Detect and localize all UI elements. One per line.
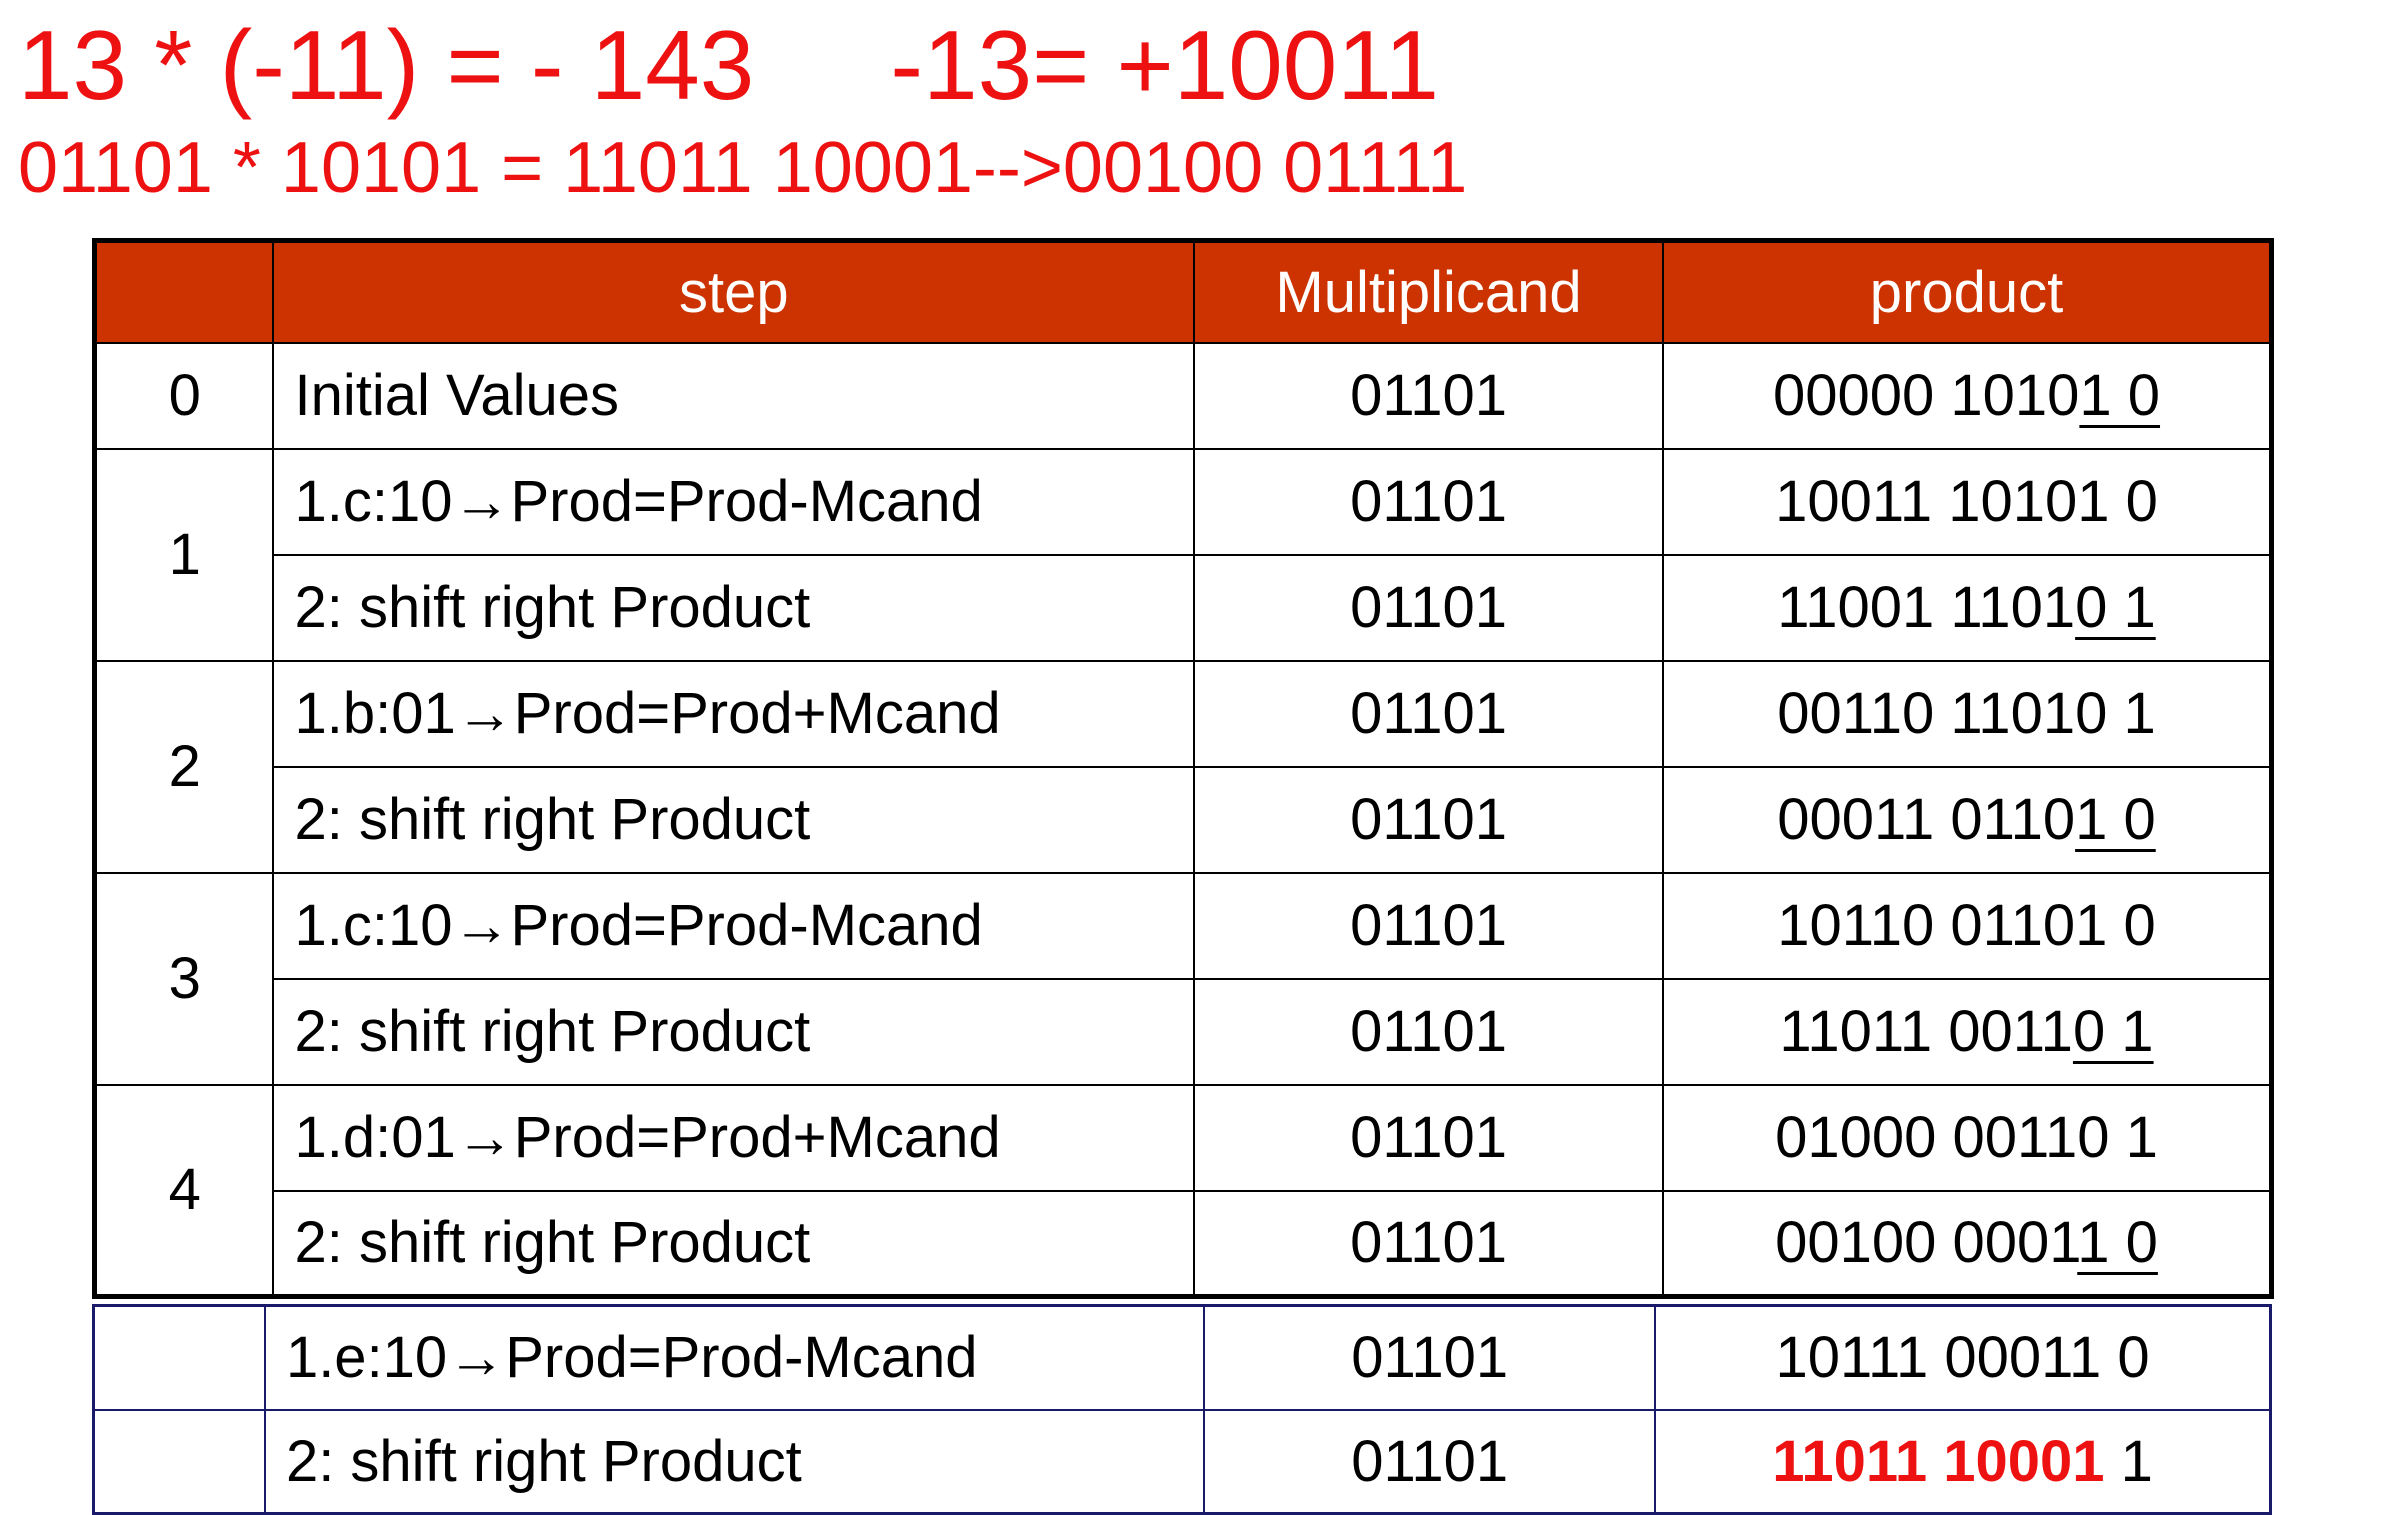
step-cell: 1.c:10→Prod=Prod-Mcand	[272, 871, 1196, 980]
multiplicand-cell: 01101	[1193, 553, 1664, 662]
product-value: 00100 0001	[1775, 1210, 2078, 1276]
product-value: 10110 01101 0	[1777, 893, 2156, 958]
product-value: 00011 0110	[1777, 787, 2076, 852]
step-cell: 1.e:10→Prod=Prod-Mcand	[263, 1304, 1206, 1411]
table-row: 2: shift right Product 01101 11011 00110…	[95, 977, 2273, 1086]
multiplicand-cell: 01101	[1193, 871, 1664, 980]
multiplicand-cell: 01101	[1193, 977, 1664, 1086]
product-value: 01000 00110 1	[1775, 1105, 2158, 1170]
step-cell: 1.b:01→Prod=Prod+Mcand	[272, 659, 1196, 768]
table-row: 2 1.b:01→Prod=Prod+Mcand 01101 00110 110…	[93, 659, 2273, 874]
step-cell: 1.c:10→Prod=Prod-Mcand	[272, 447, 1196, 556]
multiplicand-cell: 01101	[1193, 341, 1664, 450]
product-value: 00000 1010	[1772, 363, 2080, 428]
header-row: step Multiplicand product	[93, 239, 2273, 344]
iteration-number: 4	[93, 1083, 275, 1298]
multiplicand-cell: 01101	[1193, 659, 1664, 768]
extra-step-table: 1.e:10→Prod=Prod-Mcand 01101 10111 00011…	[92, 1304, 2272, 1515]
product-value: 00110 11010 1	[1777, 681, 2156, 746]
iteration-number: 2	[93, 659, 275, 874]
step-cell: Initial Values	[272, 341, 1196, 450]
table-row: 2: shift right Product 01101 00100 00011…	[95, 1189, 2273, 1298]
product-value: 10011 10101 0	[1775, 469, 2158, 534]
multiplicand-cell: 01101	[1193, 1083, 1664, 1192]
table-row: 4 1.d:01→Prod=Prod+Mcand 01101 01000 001…	[93, 1083, 2273, 1298]
product-cell: 00011 01101 0	[1662, 765, 2273, 874]
table-row: 1 1.c:10→Prod=Prod-Mcand 01101 10011 101…	[93, 447, 2273, 662]
multiplicand-cell: 01101	[1193, 765, 1664, 874]
header-iteration	[93, 239, 275, 344]
product-cell: 00100 00011 0	[1662, 1189, 2273, 1298]
table-row: 3 1.c:10→Prod=Prod-Mcand 01101 10110 011…	[93, 871, 2273, 1086]
multiplicand-cell: 01101	[1193, 1189, 1664, 1298]
product-value: 11001 1101	[1777, 575, 2076, 640]
product-value: 10111 00011 0	[1775, 1325, 2150, 1391]
step-cell: 2: shift right Product	[272, 765, 1196, 874]
multiplicand-cell: 01101	[1193, 447, 1664, 556]
equation-title: 13 * (-11) = - 143 -13= +10011	[18, 10, 1439, 120]
binary-equation: 01101 * 10101 = 11011 10001-->00100 0111…	[18, 128, 1468, 208]
step-cell: 2: shift right Product	[272, 553, 1196, 662]
product-underlined-bits: 1 0	[2077, 1210, 2158, 1276]
product-cell: 10011 10101 0	[1662, 447, 2273, 556]
product-cell: 11011 00110 1	[1662, 977, 2273, 1086]
multiplicand-cell: 01101	[1203, 1304, 1657, 1411]
product-value: 11011 0011	[1779, 999, 2073, 1064]
product-cell: 00000 10101 0	[1662, 341, 2273, 450]
product-cell: 00110 11010 1	[1662, 659, 2273, 768]
product-cell: 10110 01101 0	[1662, 871, 2273, 980]
iteration-number: 3	[93, 871, 275, 1086]
iteration-number	[92, 1304, 266, 1411]
product-cell: 10111 00011 0	[1654, 1304, 2272, 1411]
table-row: 0 Initial Values 01101 00000 10101 0	[93, 341, 2273, 450]
header-product: product	[1662, 239, 2273, 344]
product-underlined-bits: 0 1	[2075, 575, 2156, 640]
step-cell: 2: shift right Product	[272, 977, 1196, 1086]
table-row: 1.e:10→Prod=Prod-Mcand 01101 10111 00011…	[92, 1304, 2272, 1411]
product-result-highlight: 11011 10001	[1772, 1428, 2105, 1494]
step-cell: 2: shift right Product	[272, 1189, 1196, 1298]
booth-multiplication-table: step Multiplicand product 0 Initial Valu…	[92, 238, 2274, 1299]
product-cell: 11001 11010 1	[1662, 553, 2273, 662]
header-step: step	[272, 239, 1196, 344]
product-value: 1	[2104, 1428, 2153, 1494]
product-underlined-bits: 1 0	[2079, 363, 2161, 428]
product-cell: 01000 00110 1	[1662, 1083, 2273, 1192]
product-underlined-bits: 0 1	[2072, 999, 2154, 1064]
step-cell: 1.d:01→Prod=Prod+Mcand	[272, 1083, 1196, 1192]
product-underlined-bits: 1 0	[2075, 787, 2156, 852]
iteration-number: 0	[93, 341, 275, 450]
table-row: 2: shift right Product 01101 11001 11010…	[95, 553, 2273, 662]
table-row: 2: shift right Product 01101 00011 01101…	[95, 765, 2273, 874]
header-multiplicand: Multiplicand	[1193, 239, 1664, 344]
iteration-number: 1	[93, 447, 275, 662]
